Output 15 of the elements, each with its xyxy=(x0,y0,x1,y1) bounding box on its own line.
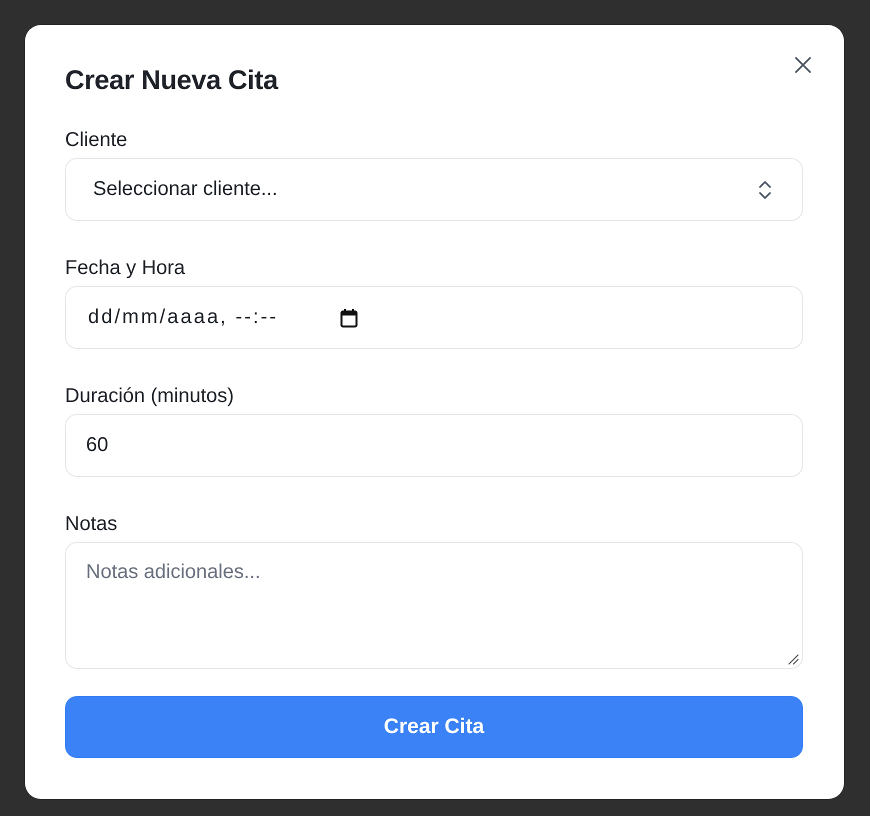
field-label: Notas xyxy=(65,512,118,537)
field-label: Fecha y Hora xyxy=(65,256,186,281)
notes-field[interactable]: Notas adicionales... xyxy=(65,542,803,669)
dialog-title: Crear Nueva Cita xyxy=(65,70,278,90)
close-button[interactable] xyxy=(795,57,811,73)
client-select[interactable]: Seleccionar cliente... xyxy=(65,158,803,221)
datetime-field[interactable]: dd/mm/aaaa, --:-- xyxy=(65,286,803,349)
close-icon xyxy=(795,57,811,73)
create-button[interactable]: Crear Cita xyxy=(65,696,803,758)
chevron-up-down-icon xyxy=(758,180,772,200)
field-label: Cliente xyxy=(65,128,128,153)
calendar-icon xyxy=(340,308,358,328)
duration-field[interactable]: 60 xyxy=(65,414,803,477)
field-label: Duración (minutos) xyxy=(65,384,234,409)
resize-grip-icon xyxy=(788,654,799,665)
